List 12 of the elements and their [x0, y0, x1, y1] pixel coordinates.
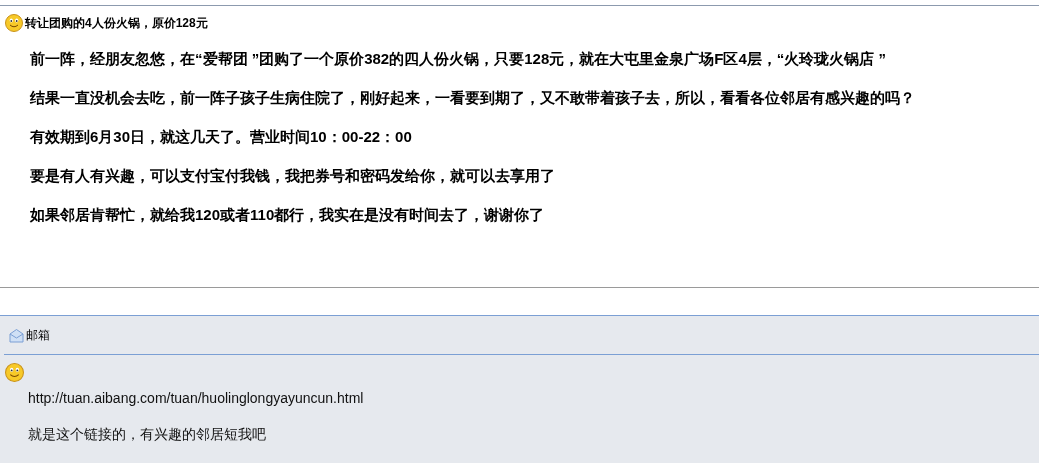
mailbox-label: 邮箱 — [26, 327, 50, 344]
post-paragraph: 结果一直没机会去吃，前一阵子孩子生病住院了，刚好起来，一看要到期了，又不敢带着孩子去，所以，看看各位邻居有感兴趣的吗？ — [30, 88, 916, 108]
post-paragraph: 有效期到6月30日，就这几天了。营业时间10：00-22：00 — [30, 127, 413, 147]
smiley-icon — [5, 14, 23, 32]
post-paragraph: 要是有人有兴趣，可以支付宝付我钱，我把券号和密码发给你，就可以去享用了 — [30, 166, 556, 186]
reply-text: 就是这个链接的，有兴趣的邻居短我吧 — [28, 425, 267, 444]
post-paragraph: 前一阵，经朋友忽悠，在“爱帮团 ”团购了一个原价382的四人份火锅，只要128元，就在大屯里金泉广场F区4层，“火玲珑火锅店 ” — [30, 49, 887, 69]
post-paragraph: 如果邻居肯帮忙，就给我120或者110都行，我实在是没有时间去了，谢谢你了 — [30, 205, 546, 225]
smiley-icon — [5, 363, 24, 382]
post-title: 转让团购的4人份火锅，原价128元 — [25, 15, 208, 32]
envelope-icon — [9, 327, 24, 343]
link-text: http://tuan.aibang.com/tuan/huolinglongyayuncun.html — [28, 389, 365, 408]
